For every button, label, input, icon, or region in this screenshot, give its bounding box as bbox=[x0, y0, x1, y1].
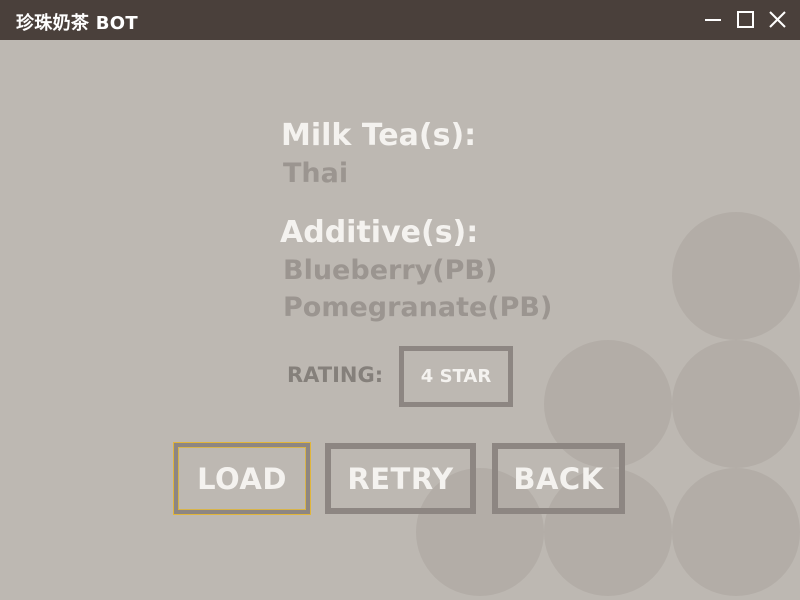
rating-label: RATING: bbox=[287, 363, 384, 387]
main-content: Milk Tea(s): Thai Additive(s): Blueberry… bbox=[0, 40, 800, 600]
close-icon bbox=[769, 11, 786, 28]
decorative-circle bbox=[672, 212, 800, 340]
additive-value: Pomegranate(PB) bbox=[283, 292, 553, 323]
maximize-icon bbox=[737, 11, 754, 28]
milk-tea-heading: Milk Tea(s): bbox=[281, 118, 477, 153]
minimize-button[interactable] bbox=[702, 9, 724, 31]
additive-value: Blueberry(PB) bbox=[283, 255, 498, 286]
load-button[interactable]: LOAD bbox=[174, 443, 310, 514]
decorative-circle bbox=[672, 340, 800, 468]
back-button[interactable]: BACK bbox=[492, 443, 625, 514]
retry-button[interactable]: RETRY bbox=[325, 443, 476, 514]
decorative-circle bbox=[672, 468, 800, 596]
maximize-button[interactable] bbox=[734, 9, 756, 31]
milk-tea-value: Thai bbox=[283, 158, 349, 189]
window-title: 珍珠奶茶 BOT bbox=[16, 13, 138, 34]
additive-heading: Additive(s): bbox=[280, 215, 479, 250]
title-bar[interactable]: 珍珠奶茶 BOT bbox=[0, 0, 800, 40]
minimize-icon bbox=[705, 19, 721, 21]
rating-badge[interactable]: 4 STAR bbox=[399, 346, 513, 407]
close-button[interactable] bbox=[766, 9, 788, 31]
